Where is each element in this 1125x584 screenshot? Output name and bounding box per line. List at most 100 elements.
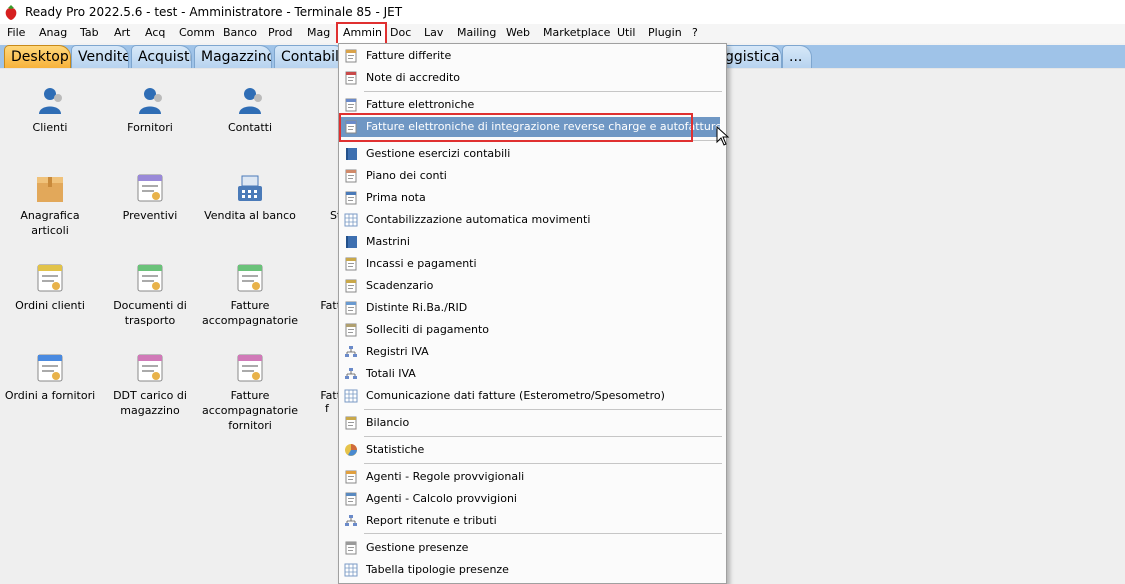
- menu-item-doc[interactable]: Doc: [390, 24, 411, 43]
- tab-magazzino[interactable]: Magazzino: [194, 45, 272, 68]
- menu-item-label: Distinte Ri.Ba./RID: [366, 301, 468, 314]
- desktop-icon-label: Contatti: [227, 121, 273, 134]
- journal-icon: [344, 191, 358, 205]
- desktop-icon-documenti-di-trasporto[interactable]: Documenti di trasporto: [100, 262, 200, 328]
- desktop-icon-fatture-accompagnatorie[interactable]: Fatture accompagnatorie: [200, 262, 300, 328]
- menu-separator: [364, 463, 722, 464]
- menu-item-solleciti-di-pagamento[interactable]: Solleciti di pagamento: [341, 320, 723, 340]
- menu-item-fatture-elettroniche[interactable]: Fatture elettroniche: [341, 95, 723, 115]
- menu-item-plugin[interactable]: Plugin: [648, 24, 682, 43]
- menu-item-agenti-regole-provvigionali[interactable]: Agenti - Regole provvigionali: [341, 467, 723, 487]
- desktop-icon-ordini-a-fornitori[interactable]: Ordini a fornitori: [0, 352, 100, 403]
- invoice-deferred-icon: [344, 49, 358, 63]
- menu-item-acq[interactable]: Acq: [145, 24, 165, 43]
- desktop-icon-label: Clienti: [32, 121, 68, 134]
- desktop-icon-label: Preventivi: [122, 209, 178, 222]
- menu-item-prod[interactable]: Prod: [268, 24, 292, 43]
- ledger-icon: [344, 235, 358, 249]
- schedule-icon: [344, 279, 358, 293]
- menu-item-label: Mastrini: [366, 235, 410, 248]
- title-bar: Ready Pro 2022.5.6 - test - Amministrato…: [0, 0, 1125, 24]
- menu-item-totali-iva[interactable]: Totali IVA: [341, 364, 723, 384]
- menu-separator: [364, 533, 722, 534]
- menu-item-fatture-differite[interactable]: Fatture differite: [341, 46, 723, 66]
- menu-item-contabilizzazione-automatica-movimenti[interactable]: Contabilizzazione automatica movimenti: [341, 210, 723, 230]
- tab-contabili[interactable]: Contabili: [274, 45, 346, 68]
- menu-item-bilancio[interactable]: Bilancio: [341, 413, 723, 433]
- desktop-icon-vendita-al-banco[interactable]: Vendita al banco: [200, 172, 300, 223]
- menu-item-util[interactable]: Util: [617, 24, 635, 43]
- menu-item-report-ritenute-e-tributi[interactable]: Report ritenute e tributi: [341, 511, 723, 531]
- desktop-icon-anagrafica-articoli[interactable]: Anagrafica articoli: [0, 172, 100, 238]
- desktop-icon-contatti[interactable]: Contatti: [200, 84, 300, 135]
- menu-item-anag[interactable]: Anag: [39, 24, 67, 43]
- desktop-icon-label: Fatture accompagnatorie fornitori: [201, 389, 299, 432]
- menu-item-comm[interactable]: Comm: [179, 24, 215, 43]
- box-icon: [34, 172, 66, 204]
- grid-icon: [344, 213, 358, 227]
- menu-item-label: Incassi e pagamenti: [366, 257, 477, 270]
- menu-item-mag[interactable]: Mag: [307, 24, 330, 43]
- desktop-icon-preventivi[interactable]: Preventivi: [100, 172, 200, 223]
- menu-item-tab[interactable]: Tab: [80, 24, 99, 43]
- order-icon: [34, 262, 66, 294]
- menu-item-gestione-esercizi-contabili[interactable]: Gestione esercizi contabili: [341, 144, 723, 164]
- menu-item-agenti-calcolo-provvigioni[interactable]: Agenti - Calcolo provvigioni: [341, 489, 723, 509]
- tab-ggistica[interactable]: ggistica: [718, 45, 782, 68]
- menu-item-label: Prima nota: [366, 191, 426, 204]
- ledger-icon: [344, 147, 358, 161]
- desktop-icon-label: Fatture accompagnatorie: [201, 299, 299, 327]
- menu-item-gestione-presenze[interactable]: Gestione presenze: [341, 538, 723, 558]
- menu-item-marketplace[interactable]: Marketplace: [543, 24, 610, 43]
- desktop-icon-clienti[interactable]: Clienti: [0, 84, 100, 135]
- menu-item-banco[interactable]: Banco: [223, 24, 257, 43]
- menu-item-ammin[interactable]: Ammin: [343, 24, 382, 43]
- menu-item-distinte-ri-ba-rid[interactable]: Distinte Ri.Ba./RID: [341, 298, 723, 318]
- menu-item-help[interactable]: ?: [692, 24, 698, 43]
- tree-icon: [344, 345, 358, 359]
- menu-item-label: Gestione presenze: [366, 541, 469, 554]
- menu-item-label: Solleciti di pagamento: [366, 323, 490, 336]
- menu-item-art[interactable]: Art: [114, 24, 130, 43]
- menu-item-file[interactable]: File: [7, 24, 25, 43]
- desktop-icon-fornitori[interactable]: Fornitori: [100, 84, 200, 135]
- highlighted-item-annotation: [339, 113, 693, 142]
- strawberry-icon: [3, 4, 19, 20]
- desktop-icon-label-partial: f: [325, 402, 329, 415]
- tab-acquisti[interactable]: Acquisti: [131, 45, 192, 68]
- menu-item-label: Registri IVA: [366, 345, 429, 358]
- menu-item-lav[interactable]: Lav: [424, 24, 443, 43]
- menu-item-label: Agenti - Regole provvigionali: [366, 470, 525, 483]
- menu-item-mailing[interactable]: Mailing: [457, 24, 496, 43]
- tab-vendite[interactable]: Vendite: [71, 45, 129, 68]
- menu-item-piano-dei-conti[interactable]: Piano dei conti: [341, 166, 723, 186]
- quote-icon: [134, 172, 166, 204]
- menu-item-note-di-accredito[interactable]: Note di accredito: [341, 68, 723, 88]
- tab-desktop[interactable]: Desktop: [4, 45, 71, 68]
- menu-separator: [364, 436, 722, 437]
- desktop-icon-fatture-accompagnatorie-fornitori[interactable]: Fatture accompagnatorie fornitori: [200, 352, 300, 433]
- menu-item-label: Gestione esercizi contabili: [366, 147, 511, 160]
- tab-more[interactable]: ...: [782, 45, 812, 68]
- menu-item-label: Bilancio: [366, 416, 410, 429]
- reminder-icon: [344, 323, 358, 337]
- menu-item-statistiche[interactable]: Statistiche: [341, 440, 723, 460]
- agent-calc-icon: [344, 492, 358, 506]
- menu-item-label: Comunicazione dati fatture (Esterometro/…: [366, 389, 665, 402]
- credit-note-icon: [344, 71, 358, 85]
- menu-item-registri-iva[interactable]: Registri IVA: [341, 342, 723, 362]
- menu-item-tabella-tipologie-presenze[interactable]: Tabella tipologie presenze: [341, 560, 723, 580]
- grid-icon: [344, 563, 358, 577]
- menu-item-comunicazione-dati-fatture-esterometro-spesometro[interactable]: Comunicazione dati fatture (Esterometro/…: [341, 386, 723, 406]
- menu-item-scadenzario[interactable]: Scadenzario: [341, 276, 723, 296]
- desktop-icon-ordini-clienti[interactable]: Ordini clienti: [0, 262, 100, 313]
- menu-item-mastrini[interactable]: Mastrini: [341, 232, 723, 252]
- menu-separator: [364, 91, 722, 92]
- menu-item-incassi-e-pagamenti[interactable]: Incassi e pagamenti: [341, 254, 723, 274]
- invoice-icon: [234, 262, 266, 294]
- desktop-icon-ddt-carico-di-magazzino[interactable]: DDT carico di magazzino: [100, 352, 200, 418]
- menu-item-web[interactable]: Web: [506, 24, 530, 43]
- agent-rules-icon: [344, 470, 358, 484]
- menu-item-prima-nota[interactable]: Prima nota: [341, 188, 723, 208]
- tree-icon: [344, 514, 358, 528]
